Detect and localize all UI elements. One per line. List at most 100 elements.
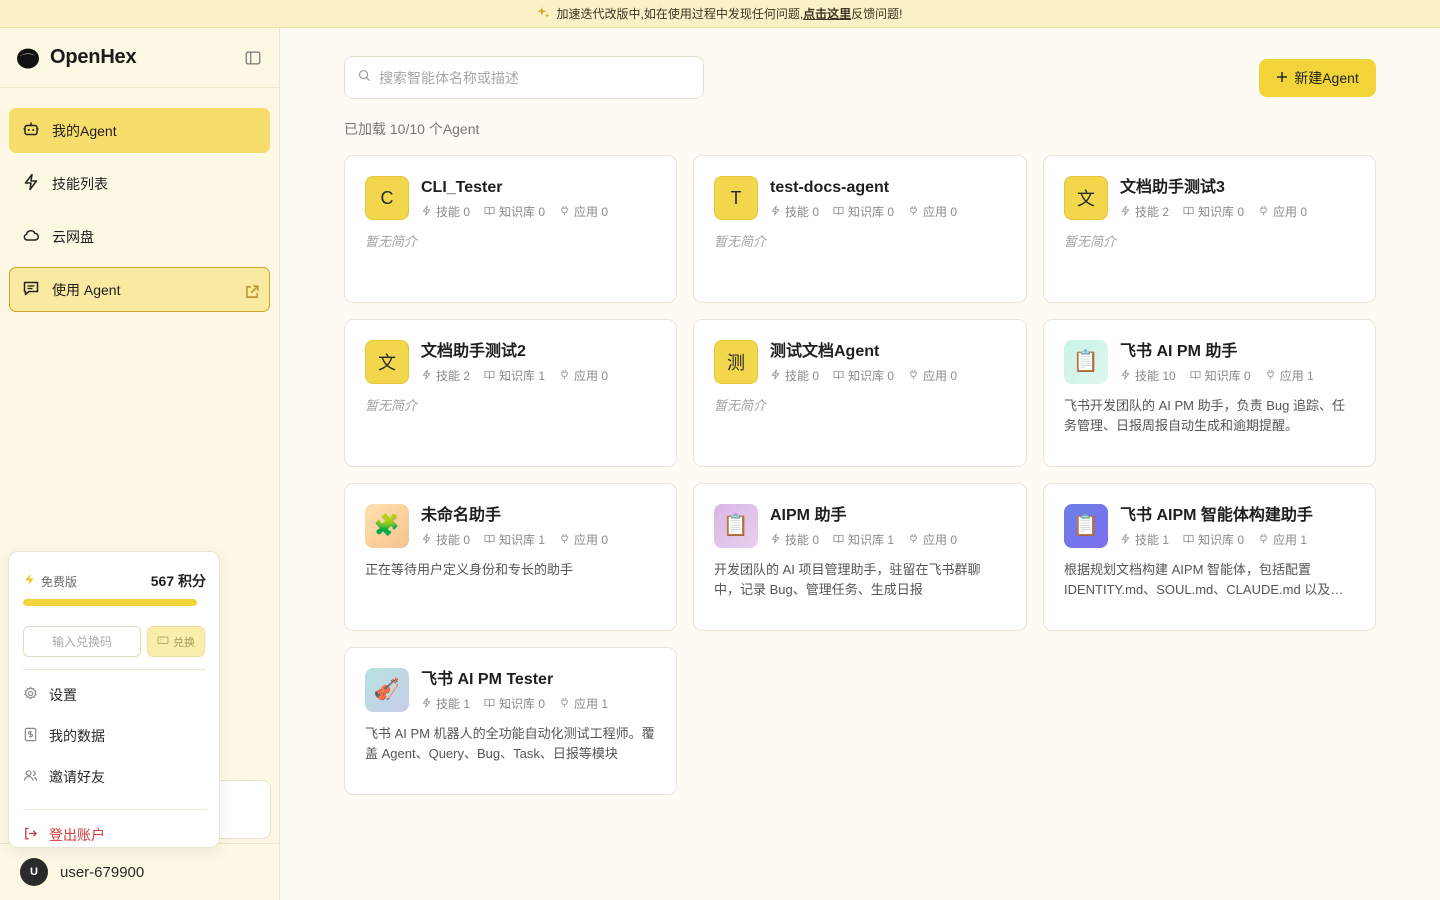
agent-description: 飞书开发团队的 AI PM 助手，负责 Bug 追踪、任务管理、日报周报自动生成… (1064, 398, 1345, 433)
agent-card-header: 📋 飞书 AI PM 助手 技能 10 知识库 0 应用 1 (1064, 340, 1355, 384)
book-icon (833, 369, 844, 383)
message-icon (22, 279, 40, 300)
book-icon (833, 205, 844, 219)
lightning-icon (1120, 532, 1131, 547)
divider (23, 669, 206, 670)
users-icon (23, 768, 38, 786)
agent-title: 文档助手测试3 (1120, 179, 1225, 196)
sparkle-icon (537, 6, 550, 22)
agent-card[interactable]: 文文档助手测试2 技能 2 知识库 1 应用 0 暂无简介 (344, 319, 677, 467)
sidebar-nav: 我的Agent 技能列表 云网盘 使用 Agent (0, 88, 279, 312)
agent-description: 暂无简介 (365, 234, 418, 249)
skills-count: 技能 1 (1135, 533, 1170, 547)
lightning-icon (22, 173, 40, 194)
agent-stats: 技能 2 知识库 0 应用 0 (1120, 203, 1307, 220)
knowledge-base-count: 知识库 1 (499, 533, 546, 547)
agent-avatar-icon: T (714, 176, 758, 220)
sidebar-item-label: 我的Agent (52, 122, 117, 139)
plug-icon (1258, 533, 1269, 547)
agent-card[interactable]: C CLI_Tester 技能 0 知识库 0 应用 0 暂无简介 (344, 155, 677, 303)
ticket-icon (157, 634, 169, 649)
avatar: U (20, 858, 48, 886)
brand-name: OpenHex (50, 46, 137, 68)
knowledge-base-count: 知识库 1 (848, 533, 895, 547)
agent-card[interactable]: 🎻 飞书 AI PM Tester 技能 1 知识库 0 应用 1 飞书 AI PM 机器… (344, 647, 677, 795)
points-progress-fill (23, 599, 197, 606)
lightning-icon (421, 696, 432, 711)
redeem-button[interactable]: 兑换 (147, 626, 205, 657)
sidebar-item-my-agent[interactable]: 我的Agent (9, 108, 270, 153)
user-name: user-679900 (60, 863, 145, 881)
agent-description: 飞书 AI PM 机器人的全功能自动化测试工程师。覆盖 Agent、Query、… (365, 726, 655, 761)
agent-description: 暂无简介 (714, 398, 767, 413)
agent-stats: 技能 0 知识库 1 应用 0 (421, 531, 608, 548)
apps-count: 应用 0 (1273, 205, 1308, 219)
knowledge-base-count: 知识库 1 (499, 369, 546, 383)
search-box[interactable] (344, 56, 704, 99)
menu-item-label: 我的数据 (49, 727, 105, 744)
logout-icon (23, 826, 38, 844)
plug-icon (908, 205, 919, 219)
agent-card[interactable]: Ttest-docs-agent 技能 0 知识库 0 应用 0 暂无简介 (693, 155, 1027, 303)
lightning-icon (421, 532, 432, 547)
agent-stats: 技能 1 知识库 0 应用 1 (1120, 531, 1313, 548)
sidebar-item-cloud-drive[interactable]: 云网盘 (9, 214, 270, 259)
agent-avatar-icon: 📋 (1064, 340, 1108, 384)
agent-title: 飞书 AI PM Tester (421, 671, 554, 688)
agent-card[interactable]: 📋 飞书 AI PM 助手 技能 10 知识库 0 应用 1 飞书开发团队的 AI PM … (1043, 319, 1376, 467)
book-icon (1183, 533, 1194, 547)
agent-card-header: 文文档助手测试3 技能 2 知识库 0 应用 0 (1064, 176, 1355, 220)
plug-icon (1265, 369, 1276, 383)
skills-count: 技能 1 (436, 697, 471, 711)
menu-item-invite-friends[interactable]: 邀请好友 (23, 756, 206, 797)
knowledge-base-count: 知识库 0 (499, 205, 546, 219)
robot-icon (22, 120, 40, 141)
feedback-link[interactable]: 点击这里 (803, 7, 851, 21)
skills-count: 技能 2 (436, 369, 471, 383)
agent-card[interactable]: 🧩 未命名助手 技能 0 知识库 1 应用 0 正在等待用户定义身份和专长的助手 (344, 483, 677, 631)
new-agent-button[interactable]: 新建Agent (1259, 59, 1376, 97)
book-icon (484, 369, 495, 383)
lightning-icon (770, 204, 781, 219)
plug-icon (1258, 205, 1269, 219)
announcement-banner: 加速迭代改版中,如在使用过程中发现任何问题,点击这里反馈问题! (0, 0, 1440, 28)
lightning-icon (421, 368, 432, 383)
agent-description: 根据规划文档构建 AIPM 智能体，包括配置 IDENTITY.md、SOUL.… (1064, 562, 1344, 597)
banner-text: 加速迭代改版中,如在使用过程中发现任何问题, (556, 7, 804, 21)
agent-card[interactable]: 📋 飞书 AIPM 智能体构建助手 技能 1 知识库 0 应用 1 根据规划文档构建 AI… (1043, 483, 1376, 631)
agent-card[interactable]: 📋 AIPM 助手 技能 0 知识库 1 应用 0 开发团队的 AI 项目管理助手，驻留在… (693, 483, 1027, 631)
external-link-icon (243, 283, 259, 298)
sidebar-item-use-agent[interactable]: 使用 Agent (9, 267, 270, 312)
agent-title: 未命名助手 (421, 507, 502, 524)
agent-avatar-icon: C (365, 176, 409, 220)
knowledge-base-count: 知识库 0 (848, 369, 895, 383)
agent-card-header: 🧩 未命名助手 技能 0 知识库 1 应用 0 (365, 504, 656, 548)
menu-item-settings[interactable]: 设置 (23, 674, 206, 715)
agent-title: CLI_Tester (421, 179, 503, 196)
menu-item-label: 设置 (49, 686, 77, 703)
skills-count: 技能 0 (785, 533, 820, 547)
sidebar-toggle-icon[interactable] (243, 48, 263, 68)
logout-button[interactable]: 登出账户 (23, 814, 206, 855)
agent-card[interactable]: 测测试文档Agent 技能 0 知识库 0 应用 0 暂无简介 (693, 319, 1027, 467)
redeem-row: 兑换 (23, 626, 206, 657)
sidebar-item-skills[interactable]: 技能列表 (9, 161, 270, 206)
agent-card[interactable]: 文文档助手测试3 技能 2 知识库 0 应用 0 暂无简介 (1043, 155, 1376, 303)
skills-count: 技能 0 (785, 205, 820, 219)
agent-stats: 技能 1 知识库 0 应用 1 (421, 695, 608, 712)
book-icon (1190, 369, 1201, 383)
menu-item-my-data[interactable]: 我的数据 (23, 715, 206, 756)
redeem-code-input[interactable] (23, 626, 141, 657)
search-input[interactable] (379, 69, 679, 86)
book-icon (1183, 205, 1194, 219)
agent-title: AIPM 助手 (770, 507, 847, 524)
plan-label: 免费版 (41, 574, 78, 589)
plus-icon (1276, 70, 1288, 86)
account-popup: 免费版 567 积分 兑换 设置 我的数据 邀请好友 (8, 551, 220, 848)
agent-title: 飞书 AI PM 助手 (1120, 343, 1238, 360)
points-progress-bar (23, 599, 197, 606)
logout-label: 登出账户 (49, 826, 105, 843)
agent-card-header: 🎻 飞书 AI PM Tester 技能 1 知识库 0 应用 1 (365, 668, 656, 712)
plug-icon (559, 369, 570, 383)
agent-stats: 技能 0 知识库 0 应用 0 (770, 203, 957, 220)
